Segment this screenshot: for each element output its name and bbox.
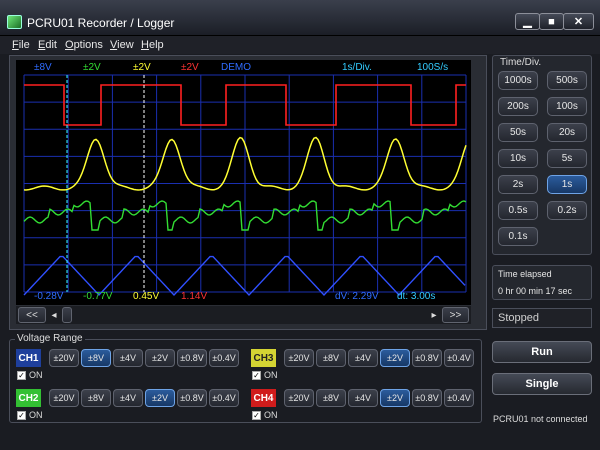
timediv-button-2s[interactable]: 2s <box>498 175 538 194</box>
time-elapsed-label: Time elapsed <box>498 269 552 279</box>
scroll-left-fast-button[interactable]: << <box>18 307 46 323</box>
channel-ch2-range-0.8V[interactable]: ±0.8V <box>177 389 207 407</box>
scroll-right-button[interactable]: ▸ <box>428 307 440 323</box>
timediv-button-100s[interactable]: 100s <box>547 97 587 116</box>
channel-ch1-range-20V[interactable]: ±20V <box>49 349 79 367</box>
scroll-thumb[interactable] <box>62 307 72 323</box>
channel-ch1-label: CH1 <box>16 349 41 367</box>
menu-file[interactable]: File <box>12 39 30 51</box>
minimize-button[interactable]: ▁ <box>515 13 540 30</box>
timediv-button-20s[interactable]: 20s <box>547 123 587 142</box>
timediv-button-1000s[interactable]: 1000s <box>498 71 538 90</box>
close-button[interactable]: ✕ <box>563 13 594 30</box>
channel-ch2-range-0.4V[interactable]: ±0.4V <box>209 389 239 407</box>
timediv-button-1s[interactable]: 1s <box>547 175 587 194</box>
timediv-button-0.1s[interactable]: 0.1s <box>498 227 538 246</box>
scope-top-label: ±2V <box>181 62 199 73</box>
app-icon <box>7 15 22 29</box>
scope-bottom-label: 1.14V <box>181 291 208 302</box>
channel-ch2-range-4V[interactable]: ±4V <box>113 389 143 407</box>
title-bar: PCRU01 Recorder / Logger ▁ ■ ✕ <box>0 0 600 36</box>
window-title: PCRU01 Recorder / Logger <box>27 16 175 30</box>
menu-edit[interactable]: Edit <box>38 39 57 51</box>
timediv-button-0.5s[interactable]: 0.5s <box>498 201 538 220</box>
channel-on-label: ON <box>29 410 43 420</box>
time-elapsed-value: 0 hr 00 min 17 sec <box>498 286 573 296</box>
channel-ch4-range-8V[interactable]: ±8V <box>316 389 346 407</box>
channel-ch4-range-4V[interactable]: ±4V <box>348 389 378 407</box>
timediv-button-10s[interactable]: 10s <box>498 149 538 168</box>
voltage-range-title: Voltage Range <box>15 333 85 344</box>
maximize-button[interactable]: ■ <box>539 13 564 30</box>
connection-status: PCRU01 not connected <box>493 414 588 424</box>
channel-ch3-range-2V[interactable]: ±2V <box>380 349 410 367</box>
timediv-button-5s[interactable]: 5s <box>547 149 587 168</box>
scope-top-label: 1s/Div. <box>342 62 372 73</box>
channel-ch1-on-checkbox[interactable]: ✓ <box>17 371 26 380</box>
menu-bar: File Edit Options View Help <box>0 36 600 54</box>
menu-options[interactable]: Options <box>65 39 103 51</box>
channel-ch2-label: CH2 <box>16 389 41 407</box>
timediv-button-0.2s[interactable]: 0.2s <box>547 201 587 220</box>
channel-on-label: ON <box>264 370 278 380</box>
channel-ch1-range-0.4V[interactable]: ±0.4V <box>209 349 239 367</box>
channel-ch1-range-4V[interactable]: ±4V <box>113 349 143 367</box>
channel-ch3-range-8V[interactable]: ±8V <box>316 349 346 367</box>
channel-ch1-range-2V[interactable]: ±2V <box>145 349 175 367</box>
single-button[interactable]: Single <box>492 373 592 395</box>
channel-ch3-on-checkbox[interactable]: ✓ <box>252 371 261 380</box>
scope-top-label: 100S/s <box>417 62 449 73</box>
menu-help[interactable]: Help <box>141 39 164 51</box>
scope-plot <box>23 74 467 297</box>
channel-ch3-label: CH3 <box>251 349 276 367</box>
scope-bottom-label: dt: 3.00s <box>397 291 436 302</box>
oscilloscope-display[interactable]: ±8V ±2V ±2V ±2V DEMO 1s/Div. 100S/s -0.28V -0.77… <box>16 60 471 305</box>
channel-ch2-range-8V[interactable]: ±8V <box>81 389 111 407</box>
channel-on-label: ON <box>29 370 43 380</box>
time-div-title: Time/Div. <box>500 57 542 68</box>
channel-ch3-range-4V[interactable]: ±4V <box>348 349 378 367</box>
time-scrollbar[interactable]: << ◂ ▸ >> <box>16 306 471 324</box>
channel-ch4-label: CH4 <box>251 389 276 407</box>
channel-ch4-on-checkbox[interactable]: ✓ <box>252 411 261 420</box>
channel-ch2-range-20V[interactable]: ±20V <box>49 389 79 407</box>
scroll-left-button[interactable]: ◂ <box>48 307 60 323</box>
channel-ch1-range-8V[interactable]: ±8V <box>81 349 111 367</box>
scope-bottom-label: -0.28V <box>34 291 64 302</box>
scroll-right-fast-button[interactable]: >> <box>442 307 469 323</box>
channel-ch4-range-20V[interactable]: ±20V <box>284 389 314 407</box>
scope-top-label: DEMO <box>221 62 251 73</box>
status-field: Stopped <box>492 308 592 328</box>
scope-bottom-label: dV: 2.29V <box>335 291 379 302</box>
scope-top-label: ±2V <box>83 62 101 73</box>
scope-bottom-label: -0.77V <box>83 291 113 302</box>
channel-ch2-on-checkbox[interactable]: ✓ <box>17 411 26 420</box>
channel-ch3-range-20V[interactable]: ±20V <box>284 349 314 367</box>
channel-on-label: ON <box>264 410 278 420</box>
channel-ch3-range-0.8V[interactable]: ±0.8V <box>412 349 442 367</box>
menu-view[interactable]: View <box>110 39 134 51</box>
timediv-button-50s[interactable]: 50s <box>498 123 538 142</box>
timediv-button-200s[interactable]: 200s <box>498 97 538 116</box>
channel-ch4-range-0.8V[interactable]: ±0.8V <box>412 389 442 407</box>
scope-bottom-label: 0.45V <box>133 291 160 302</box>
channel-ch4-range-2V[interactable]: ±2V <box>380 389 410 407</box>
scope-top-label: ±2V <box>133 62 151 73</box>
timediv-button-500s[interactable]: 500s <box>547 71 587 90</box>
scope-top-label: ±8V <box>34 62 52 73</box>
channel-ch2-range-2V[interactable]: ±2V <box>145 389 175 407</box>
run-button[interactable]: Run <box>492 341 592 363</box>
channel-ch3-range-0.4V[interactable]: ±0.4V <box>444 349 474 367</box>
channel-ch1-range-0.8V[interactable]: ±0.8V <box>177 349 207 367</box>
channel-ch4-range-0.4V[interactable]: ±0.4V <box>444 389 474 407</box>
